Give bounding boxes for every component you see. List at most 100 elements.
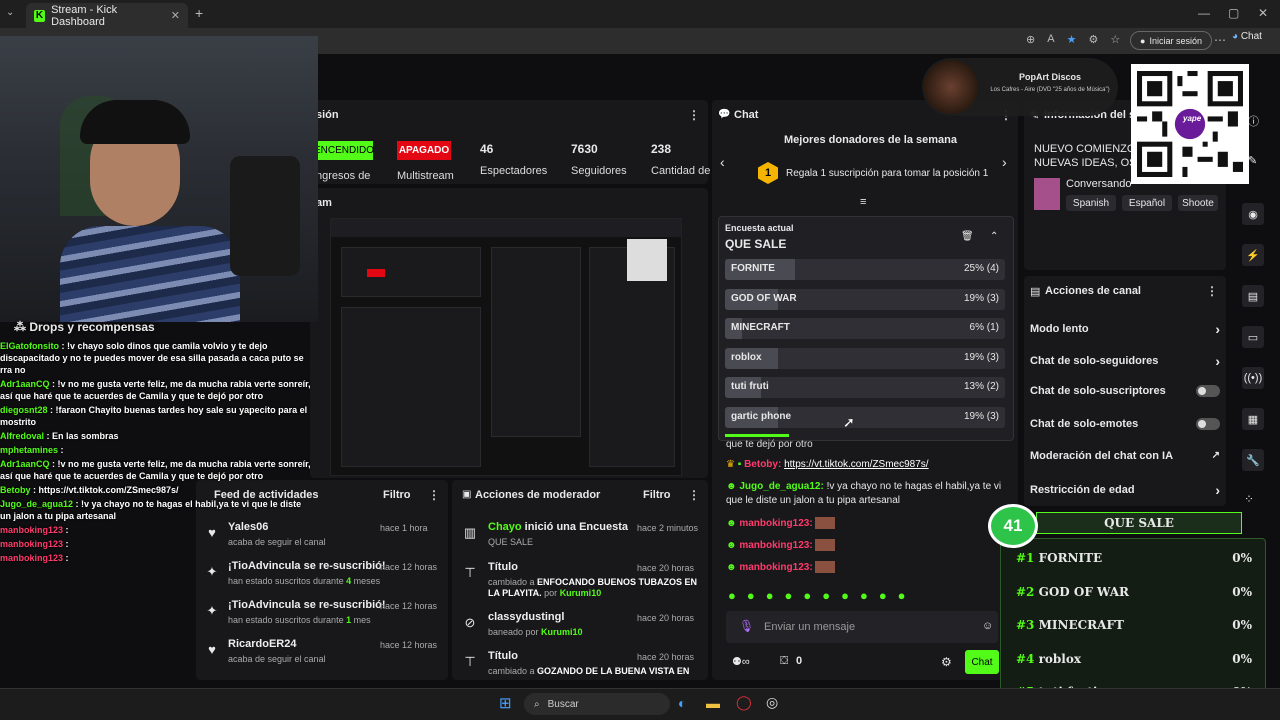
gift-sub-text: Regala 1 suscripción para tomar la posic… [786, 168, 989, 179]
poll-option-row[interactable]: GOD OF WAR 19% (3) [725, 288, 1005, 310]
toggle-switch[interactable] [1196, 385, 1220, 398]
minimize-icon[interactable]: — [1198, 6, 1210, 20]
more-menu-icon[interactable]: ⋯ [1214, 33, 1226, 47]
obs-icon[interactable]: ◎ [766, 694, 778, 711]
feed-item-sub-text: mes [351, 615, 371, 625]
read-aloud-icon[interactable]: A [1047, 33, 1054, 46]
emote-bar[interactable]: ●●●●●●●●●● [728, 588, 917, 603]
poll-option-row[interactable]: MINECRAFT 6% (1) [725, 318, 1005, 339]
category-name[interactable]: Conversando [1066, 178, 1131, 190]
mod-actions-menu-icon[interactable]: ⋮ [688, 488, 700, 502]
channel-action-row[interactable]: Chat de solo-suscriptores [1030, 385, 1220, 398]
info-icon[interactable]: ⓘ [1248, 113, 1259, 129]
mod-actions-title: Acciones de moderador [475, 489, 601, 501]
chat-username[interactable]: Jugo_de_agua12: [739, 481, 823, 492]
signin-button[interactable]: ● Iniciar sesión [1130, 31, 1212, 50]
chat-username[interactable]: manboking123: [739, 540, 812, 551]
chat-link[interactable]: https://vt.tiktok.com/ZSmec987s/ [784, 459, 929, 470]
apagado-badge[interactable]: APAGADO [397, 141, 451, 160]
browser-tab[interactable]: K Stream - Kick Dashboard ✕ [26, 3, 188, 28]
more-actions-icon[interactable]: ⁘ [1244, 492, 1254, 506]
external-link-icon[interactable]: ↗ [1212, 450, 1220, 461]
chat-message-jugo: ☻ Jugo_de_agua12: !v ya chayo no te haga… [726, 480, 1006, 508]
channel-action-row[interactable]: Moderación del chat con IA ↗ [1030, 450, 1220, 462]
opera-icon[interactable]: ◯ [736, 694, 752, 711]
collections-icon[interactable]: ☆ [1110, 33, 1120, 46]
poll-option-row[interactable]: tuti fruti 13% (2) [725, 377, 1005, 398]
activity-feed-menu-icon[interactable]: ⋮ [428, 488, 440, 502]
channel-action-row[interactable]: Chat de solo-emotes [1030, 417, 1220, 430]
taskbar-search[interactable]: ⌕ Buscar [524, 693, 670, 715]
feed-item-title[interactable]: ¡TioAdvincula se re-suscribió! [228, 599, 386, 611]
mod-item-title[interactable]: Título [488, 650, 518, 662]
stream-preview-video[interactable] [330, 218, 682, 476]
overlay-chat-username: manboking123 [0, 553, 64, 563]
favorite-star-icon[interactable]: ★ [1067, 33, 1077, 46]
close-tab-icon[interactable]: ✕ [171, 9, 180, 22]
mod-item-by[interactable]: Kurumi10 [541, 627, 583, 637]
encendido-badge[interactable]: ENCENDIDO [314, 141, 374, 160]
maximize-icon[interactable]: ▢ [1228, 6, 1239, 20]
channel-action-row[interactable]: Modo lento › [1030, 321, 1220, 337]
emote-image [815, 539, 836, 552]
new-tab-icon[interactable]: + [195, 5, 203, 21]
activity-feed-filter[interactable]: Filtro [383, 489, 411, 501]
donors-next-icon[interactable]: › [1002, 154, 1007, 170]
microphone-icon[interactable]: 🎙 [739, 619, 754, 633]
chevron-right-icon[interactable]: › [1215, 482, 1220, 498]
gift-icon[interactable]: ⛋ [780, 655, 788, 668]
poll-option-row[interactable]: roblox 19% (3) [725, 347, 1005, 369]
category-tag[interactable]: Spanish [1066, 195, 1116, 211]
poll-option-row[interactable]: gartic phone 19% (3) [725, 406, 1005, 428]
feed-item-title[interactable]: RicardoER24 [228, 638, 296, 650]
poll-delete-icon[interactable]: 🗑 [961, 231, 974, 242]
chat-username[interactable]: manboking123: [739, 562, 812, 573]
poll-option-row[interactable]: FORNITE 25% (4) [725, 259, 1005, 280]
chat-settings-icon[interactable]: ⚙ [941, 655, 952, 669]
channel-actions-menu-icon[interactable]: ⋮ [1206, 284, 1218, 298]
people-infinity-icon[interactable]: ⚉∞ [732, 655, 750, 668]
document-icon[interactable]: ▤ [1242, 285, 1264, 307]
mod-item-title[interactable]: classydustingl [488, 611, 564, 623]
donors-prev-icon[interactable]: ‹ [720, 154, 725, 170]
chevron-right-icon[interactable]: › [1215, 353, 1220, 369]
chat-side-icon[interactable]: ▭ [1242, 326, 1264, 348]
channel-action-row[interactable]: Restricción de edad › [1030, 482, 1220, 498]
category-tag[interactable]: Español [1122, 195, 1172, 211]
wrench-icon[interactable]: 🔧 [1242, 449, 1264, 471]
chat-username[interactable]: manboking123: [739, 518, 812, 529]
chat-username[interactable]: Betoby: [744, 459, 781, 470]
mod-item-title[interactable]: Título [488, 561, 518, 573]
overlay-chat-text: : [63, 539, 69, 549]
emoji-icon[interactable]: ☺ [982, 620, 993, 632]
stats-menu-icon[interactable]: ⋮ [688, 108, 700, 122]
channel-action-row[interactable]: Chat de solo-seguidores › [1030, 353, 1220, 369]
windows-start-icon[interactable]: ⊞ [499, 694, 512, 712]
poll-widget-row: #4 roblox 0% [1016, 652, 1252, 666]
overlay-chat-text: : [63, 553, 69, 563]
copilot-chat-button[interactable]: ◕ Chat [1232, 31, 1262, 42]
chat-send-button[interactable]: Chat [965, 650, 999, 674]
mod-item-title[interactable]: Chayo inició una Encuesta [488, 521, 628, 533]
toggle-switch[interactable] [1196, 417, 1220, 430]
mod-actions-filter[interactable]: Filtro [643, 489, 671, 501]
broadcast-icon[interactable]: ((•)) [1242, 367, 1264, 389]
close-window-icon[interactable]: ✕ [1258, 6, 1268, 20]
edge-icon[interactable]: ◐ [678, 695, 686, 711]
edit-icon[interactable]: ✎ [1248, 154, 1257, 167]
lightning-icon[interactable]: ⚡ [1242, 244, 1264, 266]
mod-item-by[interactable]: Kurumi10 [560, 588, 602, 598]
category-tag[interactable]: Shoote [1178, 195, 1218, 211]
camera-icon[interactable]: ◉ [1242, 203, 1264, 225]
poll-widget-pct: 0% [1232, 618, 1252, 632]
mod-item-user[interactable]: Chayo [488, 521, 522, 533]
pinned-collapse-icon[interactable]: ≡ [860, 196, 866, 208]
tab-list-icon[interactable]: ⌄ [6, 7, 14, 18]
file-explorer-icon[interactable]: ▬ [706, 695, 720, 711]
poll-widget-pct: 0% [1232, 584, 1252, 599]
extensions-icon[interactable]: ⚙ [1088, 33, 1098, 46]
layout-icon[interactable]: ▦ [1242, 408, 1264, 430]
zoom-icon[interactable]: ⊕ [1026, 33, 1035, 46]
poll-collapse-icon[interactable]: ⌃ [990, 231, 998, 242]
chevron-right-icon[interactable]: › [1215, 321, 1220, 337]
